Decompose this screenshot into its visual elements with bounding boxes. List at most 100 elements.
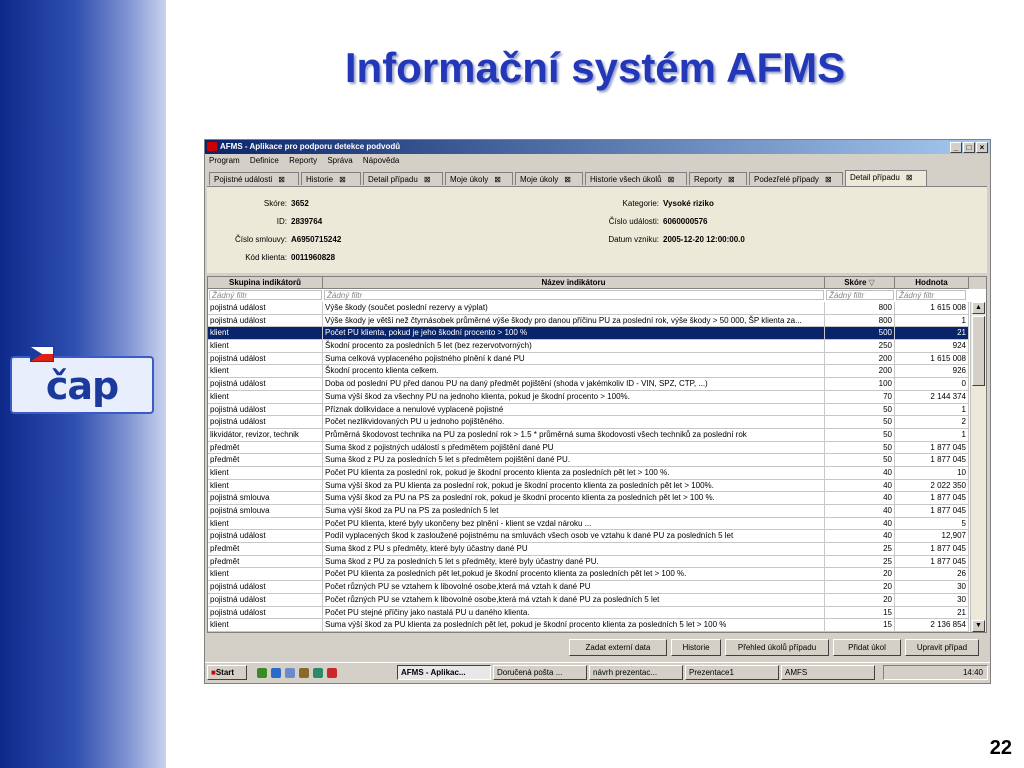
start-button[interactable]: ■Start <box>207 665 247 680</box>
cell-hodnota: 21 <box>895 327 969 340</box>
table-row[interactable]: klient Počet PU klienta za posledních pět… <box>208 568 969 582</box>
table-row[interactable]: klient Počet PU klienta, pokud je jeho šk… <box>208 327 969 341</box>
historie-button[interactable]: Historie <box>671 639 721 656</box>
upravit-pripad-button[interactable]: Upravit případ <box>905 639 979 656</box>
tab-close-icon[interactable]: ⊠ <box>825 175 832 184</box>
taskbar-dorucena-posta[interactable]: Doručená pošta ... <box>493 665 587 680</box>
quicklaunch-outlook-icon[interactable] <box>285 668 295 678</box>
quicklaunch-s-icon[interactable] <box>327 668 337 678</box>
menu-napoveda[interactable]: Nápověda <box>363 156 399 165</box>
tab-close-icon[interactable]: ⊠ <box>668 175 675 184</box>
kategorie-label: Kategorie: <box>622 199 659 208</box>
tab-historie-vsech-ukolu[interactable]: Historie všech úkolů ⊠ <box>585 172 687 185</box>
minimize-icon[interactable]: _ <box>950 142 962 153</box>
table-row[interactable]: pojistná událost Suma celková vyplaceného… <box>208 352 969 366</box>
taskbar-afms[interactable]: AFMS - Aplikac... <box>397 665 491 680</box>
cell-nazev: Suma celková vyplaceného pojistného plně… <box>323 352 825 365</box>
filter-nazev[interactable]: Žádný filtr <box>324 290 824 300</box>
close-icon[interactable]: × <box>976 142 988 153</box>
cell-skore: 50 <box>825 454 895 466</box>
col-skore[interactable]: Skóre ▽ <box>825 277 895 289</box>
filter-skore[interactable]: Žádný filtr <box>826 290 894 300</box>
cell-skupina: klient <box>208 517 323 530</box>
col-skupina[interactable]: Skupina indikátorů <box>208 277 323 289</box>
table-row[interactable]: klient Počet PU klienta za poslední rok, … <box>208 466 969 480</box>
scroll-thumb[interactable] <box>972 316 985 386</box>
cell-skupina: pojistná událost <box>208 314 323 327</box>
table-row[interactable]: pojistná událost Podíl vyplacených škod k… <box>208 530 969 544</box>
quicklaunch-ie-icon[interactable] <box>271 668 281 678</box>
cell-nazev: Suma výší škod za PU klienta za poslední… <box>323 479 825 492</box>
tab-detail-pripadu[interactable]: Detail případu ⊠ <box>363 172 443 185</box>
table-row[interactable]: pojistná událost Příznak dolikvidace a ne… <box>208 403 969 417</box>
table-row[interactable]: pojistná událost Počet nezlikvidovaných P… <box>208 416 969 429</box>
cell-skore: 200 <box>825 365 895 378</box>
menu-program[interactable]: Program <box>209 156 240 165</box>
tab-detail-pripadu-active[interactable]: Detail případu ⊠ <box>845 170 927 186</box>
maximize-icon[interactable]: □ <box>963 142 975 153</box>
filter-skupina[interactable]: Žádný filtr <box>209 290 322 300</box>
menu-reporty[interactable]: Reporty <box>289 156 317 165</box>
tab-close-icon[interactable]: ⊠ <box>906 173 913 182</box>
tab-moje-ukoly-2[interactable]: Moje úkoly ⊠ <box>515 172 583 185</box>
clock[interactable]: 14:40 <box>963 668 983 677</box>
table-row[interactable]: pojistná událost Počet PU stejné příčiny … <box>208 606 969 620</box>
table-row[interactable]: předmět Suma škod z PU za posledních 5 le… <box>208 555 969 569</box>
table-row[interactable]: předmět Suma škod z pojistných událostí s… <box>208 441 969 455</box>
cell-skore: 50 <box>825 441 895 454</box>
quicklaunch-desktop-icon[interactable] <box>257 668 267 678</box>
tab-historie[interactable]: Historie ⊠ <box>301 172 361 185</box>
table-row[interactable]: pojistná smlouva Suma výší škod za PU na … <box>208 492 969 505</box>
table-row[interactable]: klient Škodní procento klienta celkem. 200… <box>208 365 969 379</box>
table-row[interactable]: pojistná událost Počet různých PU se vzta… <box>208 581 969 594</box>
tab-reporty[interactable]: Reporty ⊠ <box>689 172 747 185</box>
tab-close-icon[interactable]: ⊠ <box>278 175 285 184</box>
tab-close-icon[interactable]: ⊠ <box>728 175 735 184</box>
table-row[interactable]: pojistná událost Počet různých PU se vzta… <box>208 593 969 607</box>
table-row[interactable]: likvidátor, revizor, technik Průměrná ško… <box>208 428 969 442</box>
table-row[interactable]: pojistná událost Výše škody (součet posle… <box>208 302 969 315</box>
taskbar-navrh-prezentace[interactable]: návrh prezentac... <box>589 665 683 680</box>
pridat-ukol-button[interactable]: Přidat úkol <box>833 639 901 656</box>
start-label: Start <box>215 668 235 677</box>
table-row[interactable]: klient Suma výší škod za PU klienta za po… <box>208 479 969 493</box>
quicklaunch-tree-icon[interactable] <box>313 668 323 678</box>
udalost-label: Číslo události: <box>608 217 659 226</box>
grid-scrollbar[interactable]: ▲ ▼ <box>970 302 986 632</box>
smlouva-value: A6950715242 <box>291 235 342 244</box>
system-tray: 14:40 <box>883 665 988 680</box>
tab-close-icon[interactable]: ⊠ <box>564 175 571 184</box>
menu-definice[interactable]: Definice <box>250 156 279 165</box>
table-row[interactable]: pojistná událost Doba od poslední PU před… <box>208 378 969 391</box>
cell-skore: 20 <box>825 581 895 593</box>
scroll-up-icon[interactable]: ▲ <box>972 302 985 314</box>
filter-hodnota[interactable]: Žádný filtr <box>896 290 966 300</box>
taskbar-amfs[interactable]: AMFS <box>781 665 875 680</box>
cell-hodnota: 1 877 045 <box>895 454 969 466</box>
quicklaunch-app-icon[interactable] <box>299 668 309 678</box>
table-row[interactable]: klient Suma výší škod za všechny PU na je… <box>208 390 969 404</box>
taskbar-prezentace1[interactable]: Prezentace1 <box>685 665 779 680</box>
table-row[interactable]: předmět Suma škod z PU s předměty, které … <box>208 543 969 556</box>
tab-moje-ukoly[interactable]: Moje úkoly ⊠ <box>445 172 513 185</box>
zadat-externi-data-button[interactable]: Zadat externí data <box>569 639 667 656</box>
tab-close-icon[interactable]: ⊠ <box>494 175 501 184</box>
table-row[interactable]: pojistná smlouva Suma výší škod za PU na … <box>208 505 969 518</box>
col-nazev[interactable]: Název indikátoru <box>323 277 825 289</box>
table-row[interactable]: předmět Suma škod z PU za posledních 5 le… <box>208 454 969 467</box>
scroll-down-icon[interactable]: ▼ <box>972 620 985 632</box>
menu-sprava[interactable]: Správa <box>327 156 352 165</box>
id-label: ID: <box>276 217 287 226</box>
prehled-ukolu-button[interactable]: Přehled úkolů případu <box>725 639 829 656</box>
table-row[interactable]: pojistná událost Výše škody je větší než … <box>208 314 969 328</box>
cell-hodnota: 1 615 008 <box>895 302 969 314</box>
table-row[interactable]: klient Suma výší škod za PU klienta za po… <box>208 619 969 632</box>
col-hodnota[interactable]: Hodnota <box>895 277 969 289</box>
tab-close-icon[interactable]: ⊠ <box>339 175 346 184</box>
table-row[interactable]: klient Počet PU klienta, které byly ukonč… <box>208 517 969 531</box>
window-titlebar[interactable]: AFMS - Aplikace pro podporu detekce podv… <box>205 140 990 154</box>
table-row[interactable]: klient Škodní procento za posledních 5 le… <box>208 340 969 353</box>
tab-pojistne-udalosti[interactable]: Pojistné události ⊠ <box>209 172 299 185</box>
tab-close-icon[interactable]: ⊠ <box>424 175 431 184</box>
tab-podezrele-pripady[interactable]: Podezřelé případy ⊠ <box>749 172 843 185</box>
